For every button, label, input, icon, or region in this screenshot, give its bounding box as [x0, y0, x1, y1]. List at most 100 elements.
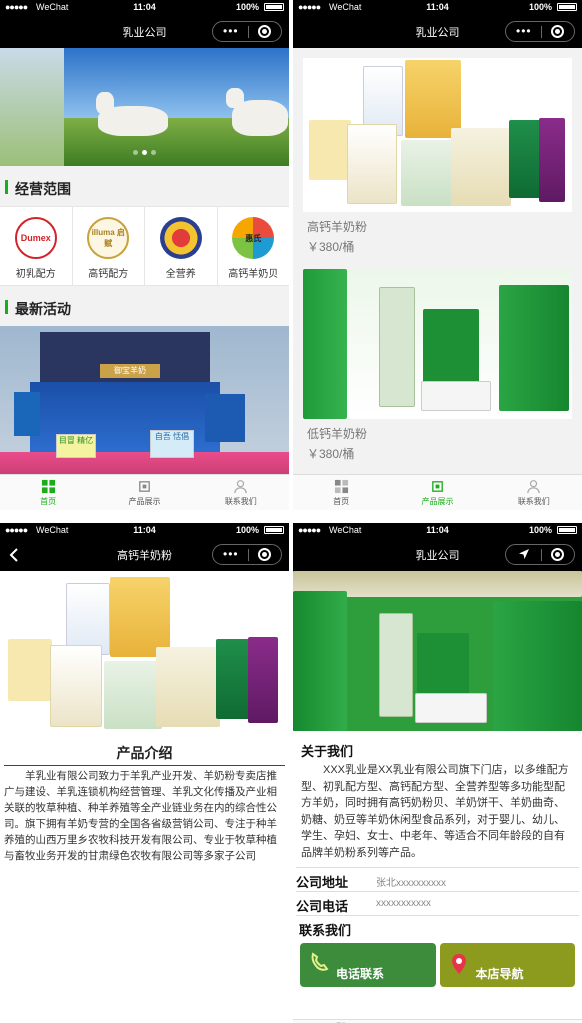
status-bar: ●●●●● WeChat 11:04 100% [0, 523, 289, 537]
section-accent-bar [5, 300, 8, 314]
home-grid-icon [41, 479, 55, 494]
section-activity: 最新活动 [0, 286, 289, 326]
product-name: 高钙羊奶粉 [307, 220, 368, 234]
shop-shelf [379, 287, 415, 407]
tab-bar: 首页 产品展示 联系我们 [0, 474, 289, 510]
screen-products: ●●●●● WeChat 11:04 100% 乳业公司 ••• 高钙羊奶粉 ￥… [293, 0, 582, 510]
navigate-button[interactable]: 本店导航 [439, 943, 575, 987]
battery-percent: 100% [235, 525, 259, 535]
section-accent-bar [5, 180, 8, 194]
battery-percent: 100% [528, 525, 552, 535]
tab-home[interactable]: 首页 [293, 475, 389, 510]
product-card[interactable]: 低钙羊奶粉 ￥380/桶 [293, 269, 582, 462]
category-name: 高钙配方 [88, 269, 129, 280]
nav-bar: 乳业公司 ••• [0, 14, 289, 48]
store-counter [415, 693, 487, 723]
about-body: XXX乳业是XX乳业有限公司旗下门店，以多维配方型、初乳配方型、高钙配方型、全营… [301, 764, 569, 859]
tab-contact[interactable]: 联系我们 [193, 475, 289, 510]
capsule-divider [248, 26, 249, 38]
map-pin-icon [451, 954, 466, 974]
product-box [401, 140, 457, 206]
close-miniprogram-icon[interactable] [551, 25, 564, 38]
store-image [293, 571, 582, 731]
menu-capsule: ••• [505, 21, 575, 42]
banner-left [14, 392, 40, 436]
menu-capsule: ••• [212, 21, 282, 42]
tab-label: 联系我们 [224, 497, 257, 506]
tab-products[interactable]: 产品展示 [389, 475, 485, 510]
wyeth-logo-icon: 惠氏 [232, 217, 275, 259]
category-grid: Dumex 初乳配方 illuma 启赋 高钙配方 全营养 惠氏 高钙羊奶贝 [0, 206, 289, 286]
carousel-indicator [0, 142, 289, 160]
category-item[interactable]: illuma 启赋 高钙配方 [73, 207, 145, 285]
more-icon[interactable]: ••• [223, 24, 239, 38]
store-wall [293, 591, 347, 731]
home-grid-icon [334, 479, 348, 494]
nav-bar: 乳业公司 [293, 537, 582, 571]
chip-icon [139, 481, 150, 492]
intro-title: 产品介绍 [4, 743, 285, 766]
product-box [104, 661, 162, 729]
nav-bar: 乳业公司 ••• [293, 14, 582, 48]
product-price: ￥380/桶 [307, 240, 355, 254]
status-bar: ●●●●● WeChat 11:04 100% [0, 0, 289, 14]
product-box [309, 120, 351, 180]
phone-row: 公司电话 xxxxxxxxxxx [296, 891, 579, 915]
address-row: 公司地址 张北xxxxxxxxxx [296, 867, 579, 891]
shop-counter-wall [423, 309, 479, 389]
tab-label: 联系我们 [517, 497, 550, 506]
dumex-logo-icon: Dumex [14, 217, 57, 259]
product-price: ￥380/桶 [307, 447, 355, 461]
product-name: 低钙羊奶粉 [307, 427, 368, 441]
close-miniprogram-icon[interactable] [258, 548, 271, 561]
screen-home: ●●●●● WeChat 11:04 100% 乳业公司 ••• 经营范围 Du… [0, 0, 289, 510]
more-icon[interactable]: ••• [516, 24, 532, 38]
product-box [50, 645, 102, 727]
battery-icon [264, 526, 284, 534]
menu-capsule [505, 544, 575, 565]
tab-home[interactable]: 首页 [0, 475, 96, 510]
tab-products[interactable]: 产品展示 [96, 475, 192, 510]
category-item[interactable]: Dumex 初乳配方 [0, 207, 73, 285]
store-shelf [379, 613, 413, 717]
product-box [156, 647, 220, 727]
more-icon[interactable]: ••• [223, 547, 239, 561]
activity-image[interactable]: 御宝羊奶 目冒 精亿 自吾 恬倡 [0, 326, 289, 478]
shop-wall [303, 269, 347, 419]
nutrition-logo-icon [159, 217, 202, 259]
navigate-button-label: 本店导航 [475, 967, 524, 981]
battery-percent: 100% [235, 2, 259, 12]
screen-contact: ●●●●● WeChat 11:04 100% 乳业公司 关于我们 XXX乳业是… [293, 523, 582, 1023]
call-button[interactable]: 电话联系 [300, 943, 436, 987]
category-item[interactable]: 全营养 [145, 207, 218, 285]
status-bar: ●●●●● WeChat 11:04 100% [293, 0, 582, 14]
product-card[interactable]: 高钙羊奶粉 ￥380/桶 [293, 58, 582, 255]
banner-carousel[interactable] [0, 48, 289, 166]
product-box [248, 637, 278, 723]
location-arrow-icon[interactable] [517, 547, 531, 561]
contact-buttons: 电话联系 本店导航 [293, 943, 582, 987]
tab-bar [293, 1019, 582, 1023]
menu-capsule: ••• [212, 544, 282, 565]
product-detail-image [4, 575, 285, 733]
address-value: 张北xxxxxxxxxx [376, 878, 446, 889]
capsule-divider [248, 549, 249, 561]
close-miniprogram-icon[interactable] [551, 548, 564, 561]
product-box [539, 118, 565, 202]
nav-bar: 高钙羊奶粉 ••• [0, 537, 289, 571]
milk-can [405, 60, 461, 138]
product-box [509, 120, 543, 198]
section-title: 经营范围 [15, 181, 71, 197]
tab-label: 产品展示 [128, 497, 161, 506]
tab-contact[interactable]: 联系我们 [486, 475, 582, 510]
activity-card: 目冒 精亿 [56, 434, 96, 458]
banner-right [205, 394, 245, 442]
category-item[interactable]: 惠氏 高钙羊奶贝 [218, 207, 290, 285]
screen-product-detail: ●●●●● WeChat 11:04 100% 高钙羊奶粉 ••• 产品介绍 羊… [0, 523, 289, 1023]
chip-icon [432, 481, 443, 492]
phone-icon [311, 952, 329, 971]
about-title: 关于我们 [301, 744, 354, 759]
close-miniprogram-icon[interactable] [258, 25, 271, 38]
category-name: 高钙羊奶贝 [228, 269, 279, 280]
store-wall [493, 601, 582, 731]
